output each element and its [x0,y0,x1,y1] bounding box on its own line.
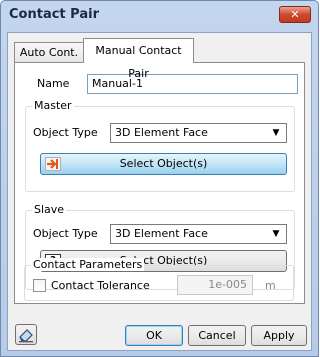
master-group-title: Master [32,99,74,112]
master-object-type-label: Object Type [33,126,98,139]
master-select-objects-label: Select Object(s) [119,157,208,170]
name-label: Name [37,77,70,90]
tab-manual-contact-pair[interactable]: Manual Contact Pair [83,38,194,80]
master-group: Master Object Type 3D Element Face ▼ Sel… [25,99,295,192]
dialog-client-area: Auto Cont. Manual Contact Pair Name Manu… [7,32,312,351]
close-button[interactable]: ✕ [279,6,311,23]
window-title: Contact Pair [9,7,99,22]
eraser-icon [19,329,33,343]
master-object-type-value: 3D Element Face [115,126,208,139]
ok-button[interactable]: OK [125,325,183,346]
name-input[interactable]: Manual-1 [87,74,298,94]
contact-tolerance-label: Contact Tolerance [51,279,150,292]
dialog-window: Contact Pair ✕ Auto Cont. Manual Contact… [0,0,319,357]
chevron-down-icon: ▼ [272,128,280,138]
apply-button[interactable]: Apply [251,325,307,346]
slave-group-title: Slave [32,203,67,216]
contact-parameters-group: Contact Parameters Contact Tolerance 1e-… [24,258,294,301]
select-arrow-icon [45,157,61,171]
contact-parameters-title: Contact Parameters [31,258,145,271]
master-select-objects-button[interactable]: Select Object(s) [40,153,287,175]
slave-object-type-select[interactable]: 3D Element Face ▼ [110,224,287,244]
contact-tolerance-checkbox[interactable] [33,279,46,292]
tab-auto-contact[interactable]: Auto Cont. [14,42,84,63]
contact-tolerance-input[interactable]: 1e-005 [177,275,253,295]
cancel-button[interactable]: Cancel [188,325,246,346]
slave-object-type-value: 3D Element Face [115,227,208,240]
tolerance-unit: m [265,279,276,292]
chevron-down-icon: ▼ [272,229,280,239]
eraser-button[interactable] [15,324,37,345]
title-bar[interactable]: Contact Pair ✕ [1,1,318,29]
slave-object-type-label: Object Type [33,227,98,240]
master-object-type-select[interactable]: 3D Element Face ▼ [110,123,287,143]
